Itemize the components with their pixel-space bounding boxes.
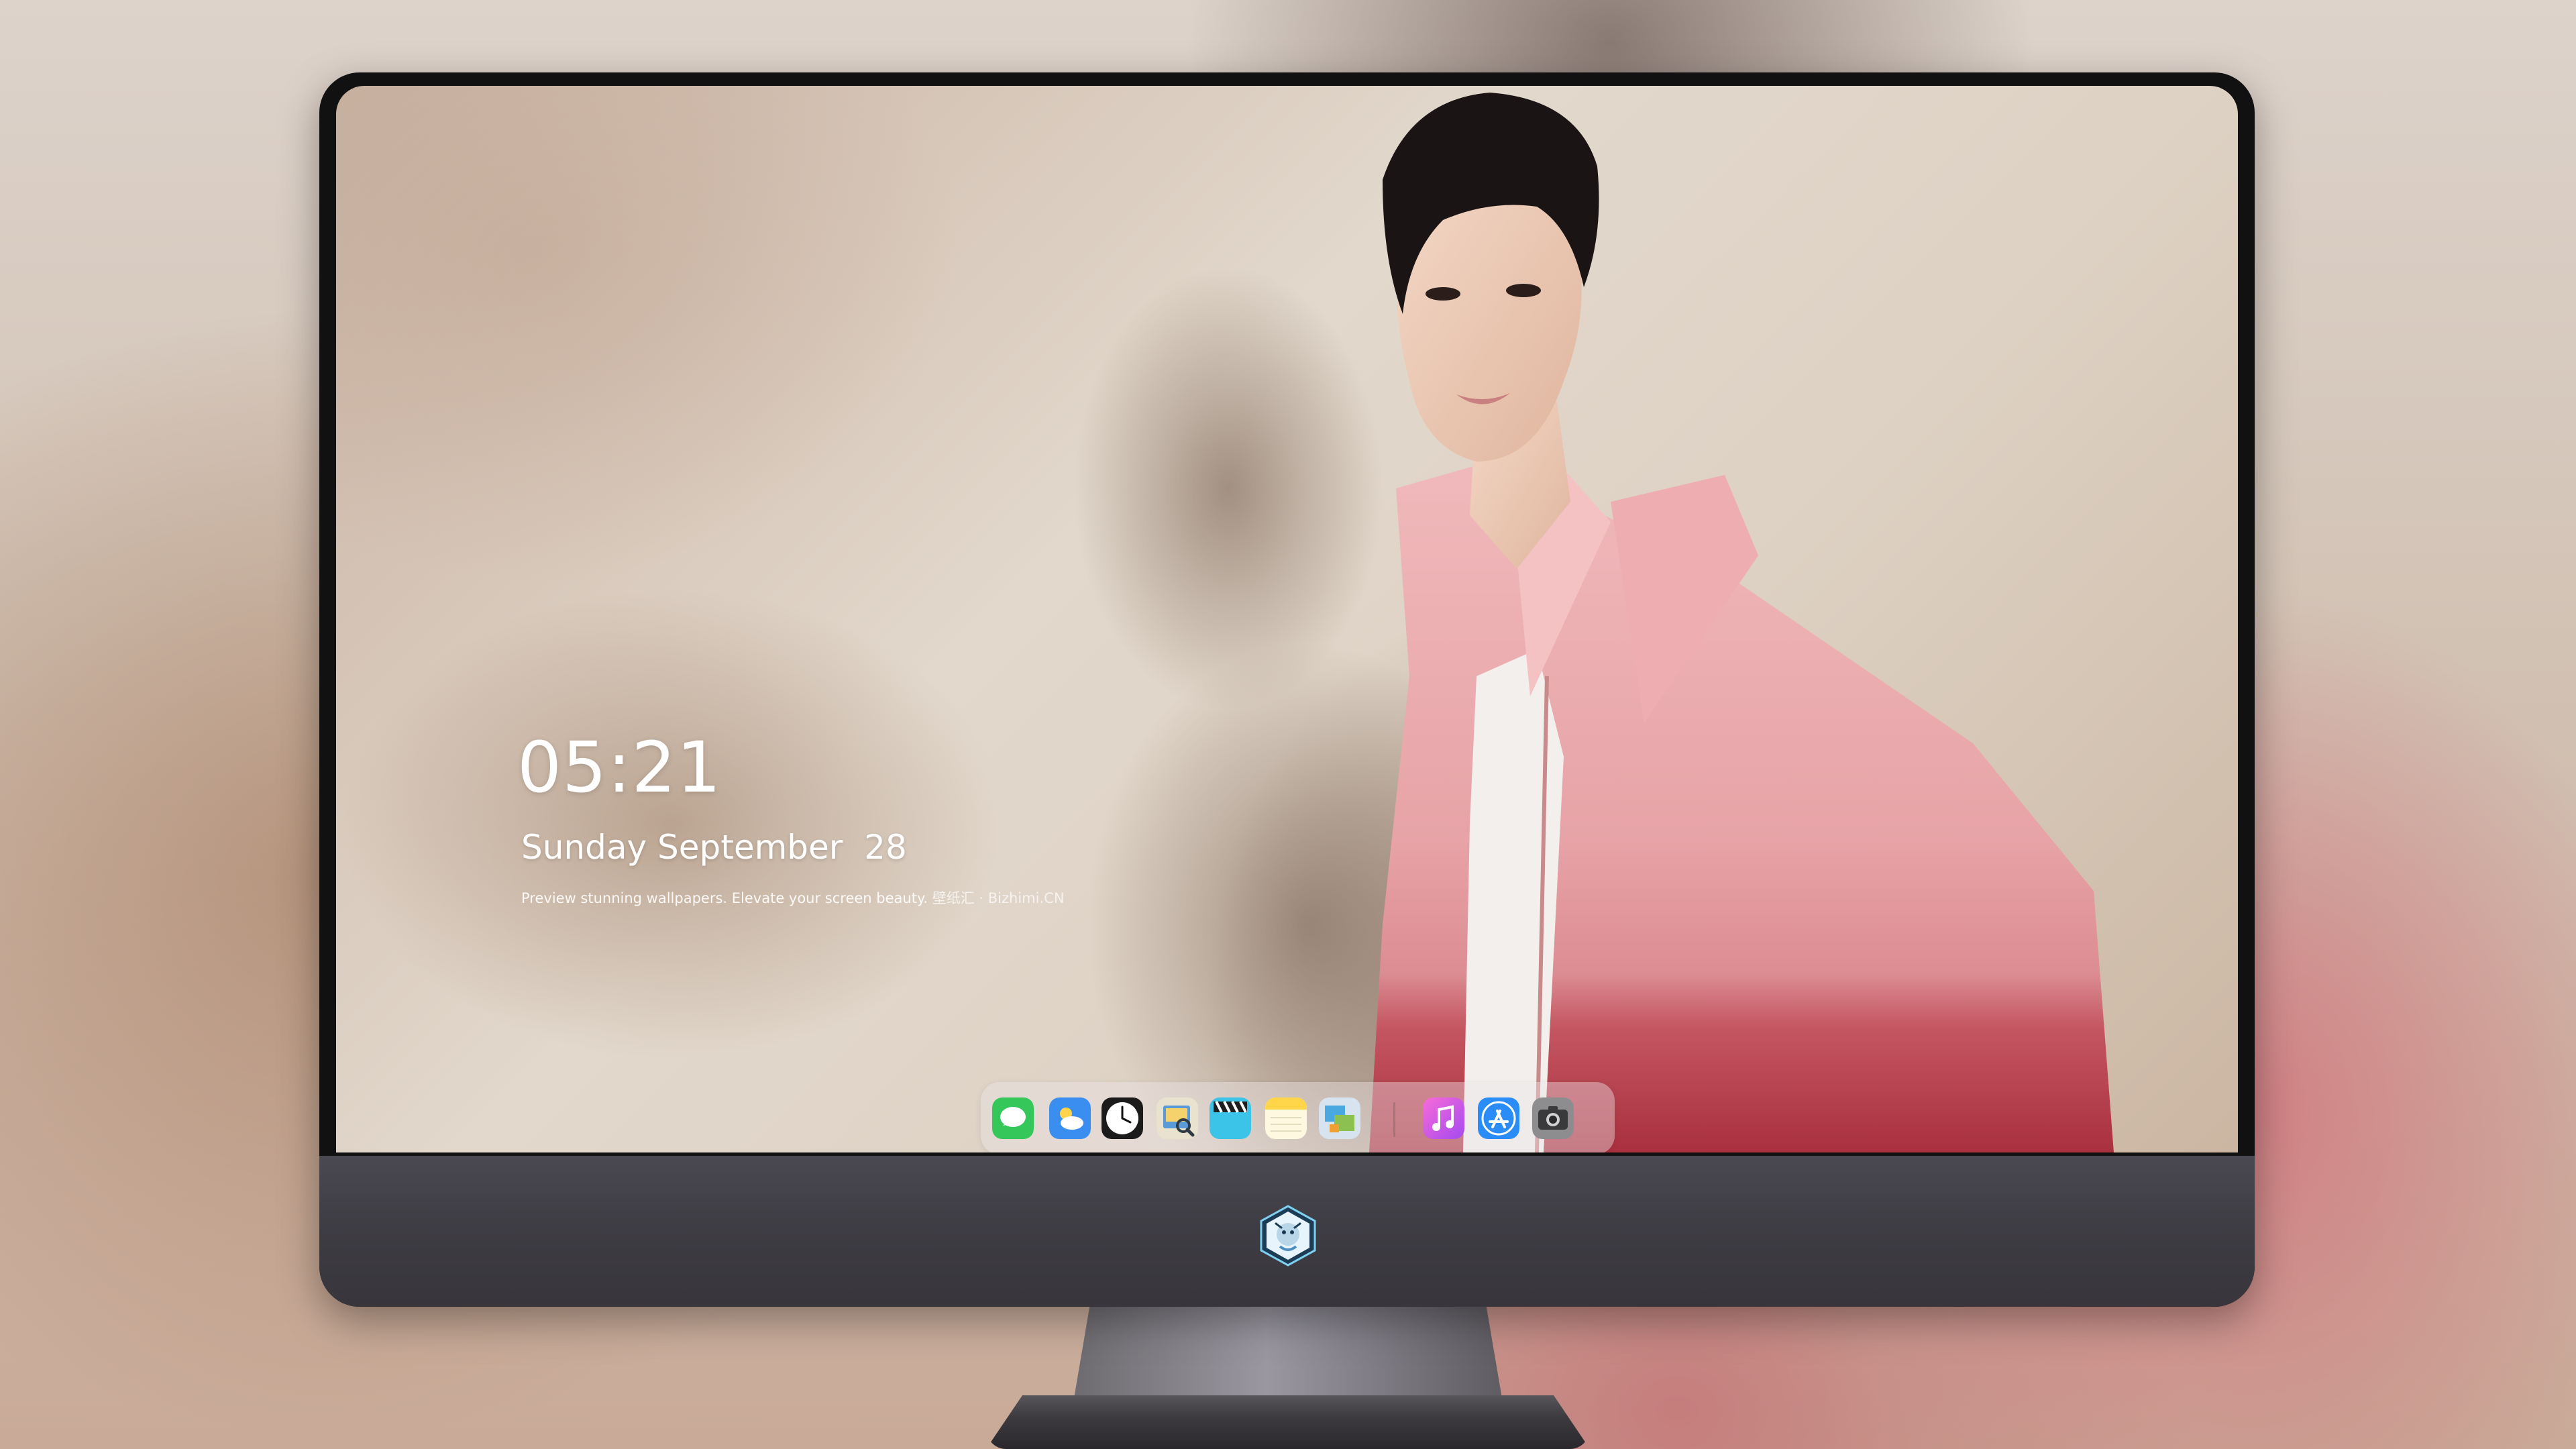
app-store-icon[interactable] xyxy=(1478,1097,1519,1139)
brand-logo-icon xyxy=(1260,1205,1316,1267)
monitor-stand-base xyxy=(986,1395,1590,1449)
lock-screen-clock: 05:21 xyxy=(517,727,722,808)
lock-screen-tagline: Preview stunning wallpapers. Elevate you… xyxy=(521,888,1065,908)
camera-icon[interactable] xyxy=(1532,1097,1574,1139)
clock-icon[interactable] xyxy=(1102,1097,1143,1139)
lock-screen-date: Sunday September 28 xyxy=(521,828,907,867)
notes-icon[interactable] xyxy=(1265,1097,1307,1139)
video-editor-icon[interactable] xyxy=(1210,1097,1251,1139)
monitor-stand-neck xyxy=(1073,1301,1503,1402)
dock xyxy=(981,1082,1615,1152)
preview-icon[interactable] xyxy=(1157,1097,1198,1139)
tagline-text: Preview stunning wallpapers. Elevate you… xyxy=(521,890,928,906)
dock-separator xyxy=(1393,1102,1395,1137)
image-capture-icon[interactable] xyxy=(1319,1097,1360,1139)
weather-icon[interactable] xyxy=(1049,1097,1091,1139)
wallpaper-portrait xyxy=(1074,93,2114,1152)
messages-icon[interactable] xyxy=(992,1097,1034,1139)
monitor: 05:21 Sunday September 28 Preview stunni… xyxy=(319,72,2255,1307)
lock-screen-wallpaper: 05:21 Sunday September 28 Preview stunni… xyxy=(336,86,2238,1152)
tagline-brand[interactable]: 壁纸汇 · Bizhimi.CN xyxy=(932,890,1065,906)
music-icon[interactable] xyxy=(1423,1097,1464,1139)
